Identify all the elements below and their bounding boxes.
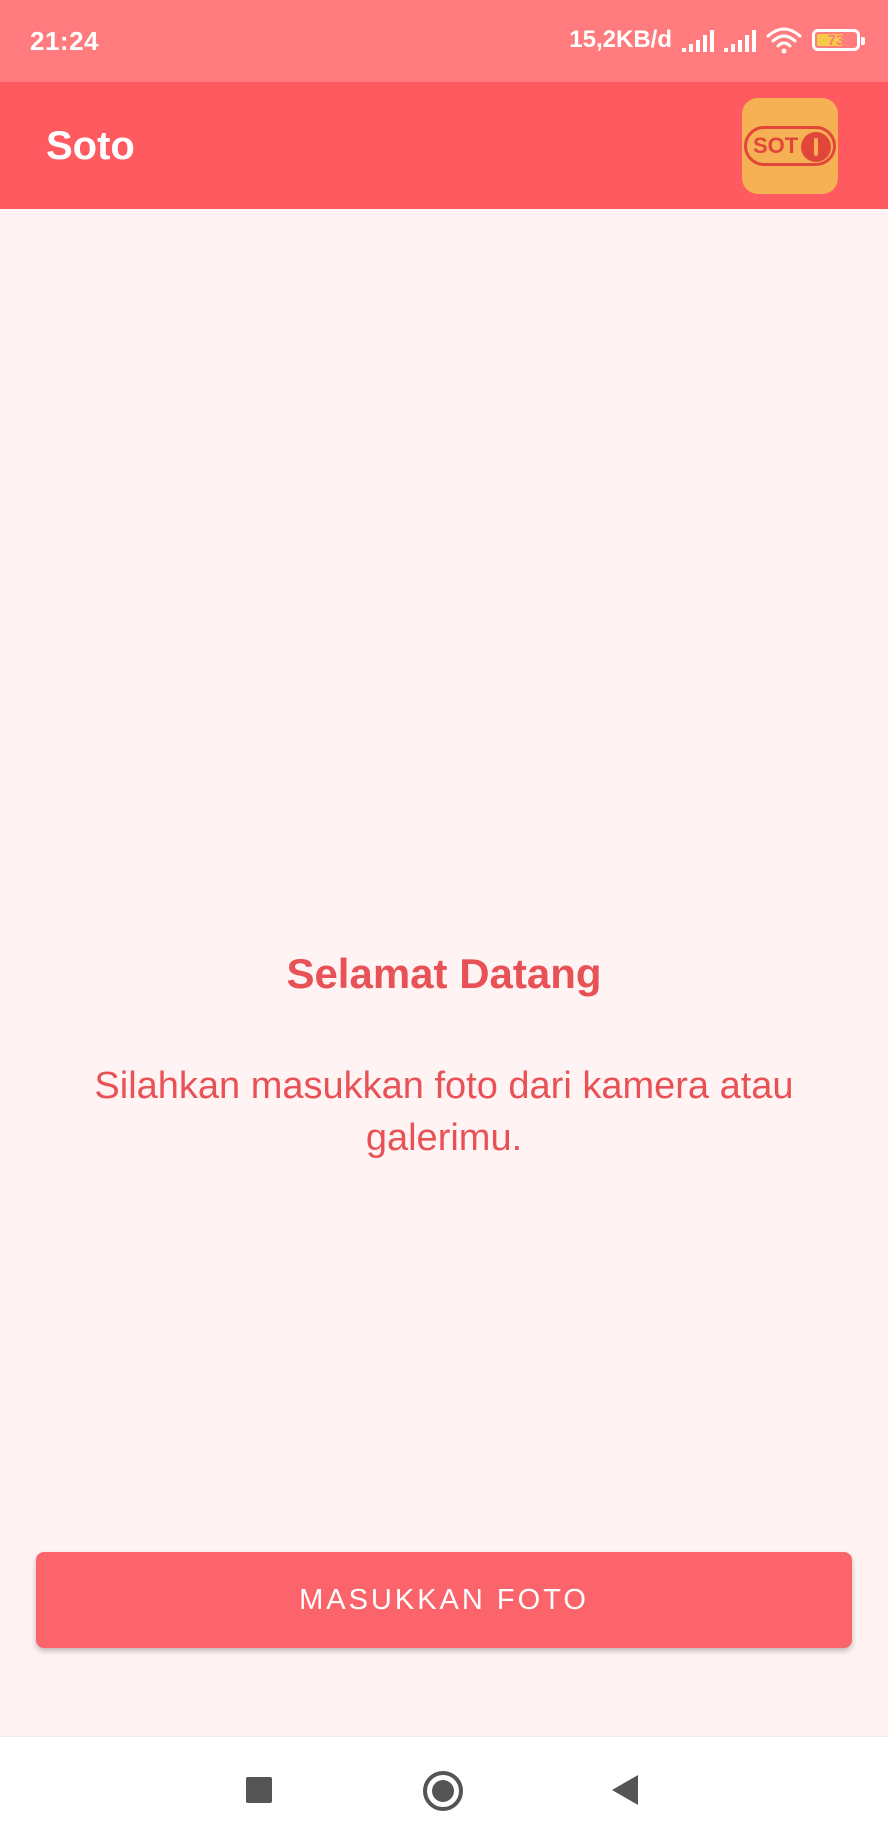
network-speed: 15,2KB/d [569,26,672,53]
signal-icon [724,28,756,52]
app-logo[interactable]: SOT [742,98,838,194]
status-icons: 15,2KB/d 73 [569,26,866,54]
navigation-bar [0,1736,888,1843]
wifi-icon [766,27,802,54]
welcome-title: Selamat Datang [286,950,602,997]
back-icon[interactable] [612,1775,638,1805]
battery-level: 73 [827,31,845,49]
logo-pill: SOT [744,126,836,166]
home-icon[interactable] [423,1771,463,1811]
insert-photo-button[interactable]: MASUKKAN FOTO [36,1552,852,1648]
recents-icon[interactable] [246,1777,272,1803]
welcome-subtitle: Silahkan masukkan foto dari kamera atau … [94,1065,794,1159]
status-bar: 21:24 15,2KB/d 73 [0,0,888,82]
signal-icon [682,28,714,52]
logo-text: SOT [753,133,799,158]
app-title: Soto [46,124,135,168]
app-bar: Soto SOT [0,82,888,209]
status-time: 21:24 [30,26,99,56]
spoon-icon [801,132,831,162]
battery-icon: 73 [812,29,865,51]
